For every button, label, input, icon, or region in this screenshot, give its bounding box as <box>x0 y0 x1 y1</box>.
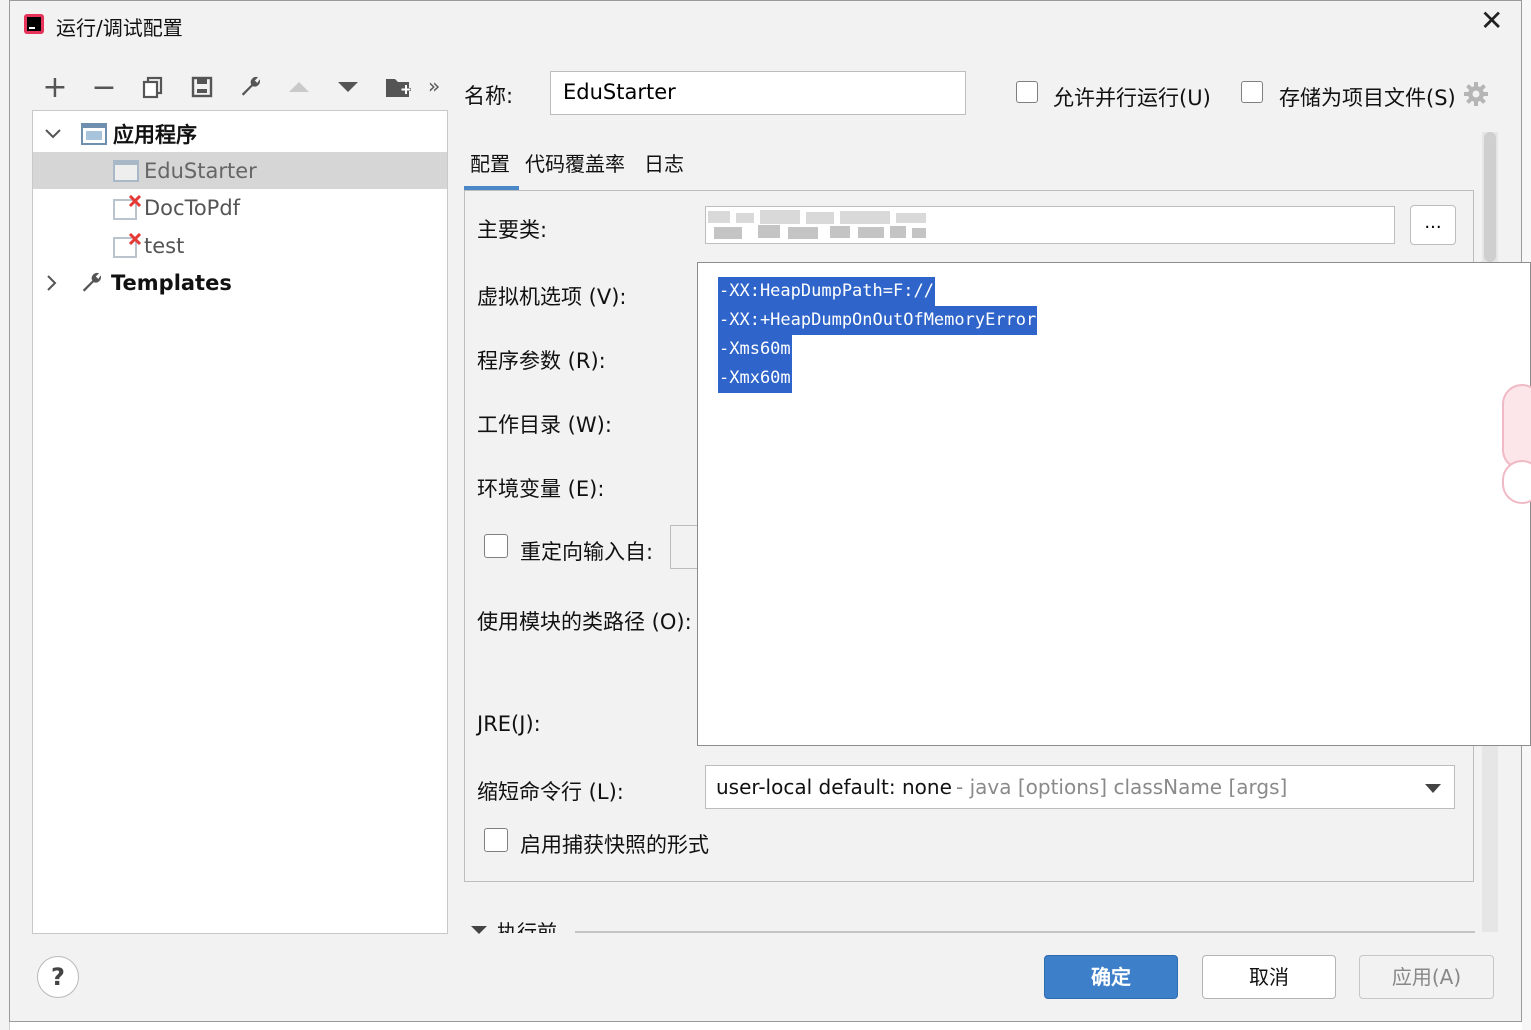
ime-float-bubble[interactable] <box>1502 384 1531 470</box>
redirect-input-label: 重定向输入自: <box>520 540 654 564</box>
toolbar-overflow-icon[interactable]: » <box>428 74 440 98</box>
vm-option-line: -XX:+HeapDumpOnOutOfMemoryError <box>718 306 1038 335</box>
tree-group-label: 应用程序 <box>113 122 197 147</box>
config-tree: 应用程序 EduStarter DocToPdf test Templates <box>32 110 448 934</box>
chevron-down-icon <box>1425 784 1441 793</box>
help-button[interactable]: ? <box>37 956 79 998</box>
store-as-file-label: 存储为项目文件(S) <box>1279 86 1456 110</box>
chevron-right-icon <box>47 274 57 291</box>
triangle-down-icon <box>338 82 358 92</box>
gear-icon[interactable] <box>1462 80 1490 108</box>
before-launch-separator <box>575 931 1475 933</box>
redacted-main-class <box>706 209 946 241</box>
vm-option-line: -Xmx60m <box>718 364 792 393</box>
browse-main-class-button[interactable]: ... <box>1410 205 1456 245</box>
ok-button[interactable]: 确定 <box>1044 955 1178 999</box>
name-input[interactable]: EduStarter <box>550 71 966 115</box>
snapshot-label: 启用捕获快照的形式 <box>520 833 709 857</box>
scrollbar-thumb[interactable] <box>1484 132 1496 262</box>
copy-icon <box>142 76 163 99</box>
env-vars-label: 环境变量 (E): <box>477 477 605 501</box>
vm-options-editor[interactable]: -XX:HeapDumpPath=F:// -XX:+HeapDumpOnOut… <box>697 262 1531 746</box>
save-icon <box>191 76 213 98</box>
tree-item-label: EduStarter <box>144 158 257 183</box>
apply-button[interactable]: 应用(A) <box>1359 955 1494 999</box>
tab-config[interactable]: 配置 <box>470 148 510 177</box>
shorten-cmd-label: 缩短命令行 (L): <box>477 780 624 804</box>
working-dir-label: 工作目录 (W): <box>477 413 612 437</box>
tree-item-label: test <box>144 233 185 258</box>
tree-item-test[interactable]: test <box>33 227 447 264</box>
application-error-icon <box>113 194 142 220</box>
redirect-input-checkbox[interactable] <box>484 534 508 558</box>
shorten-cmd-value: user-local default: none <box>716 775 952 799</box>
move-down-button[interactable] <box>331 70 365 104</box>
tab-coverage[interactable]: 代码覆盖率 <box>525 148 625 177</box>
vm-option-line: -Xms60m <box>718 335 792 364</box>
cancel-button[interactable]: 取消 <box>1202 955 1336 999</box>
snapshot-checkbox[interactable] <box>484 828 508 852</box>
tab-logs[interactable]: 日志 <box>644 148 684 177</box>
wrench-icon <box>82 272 101 292</box>
jre-label: JRE(J): <box>477 712 541 736</box>
move-up-button[interactable] <box>282 70 316 104</box>
tree-group-application[interactable]: 应用程序 <box>33 115 447 152</box>
allow-parallel-checkbox[interactable] <box>1016 81 1038 103</box>
edit-templates-button[interactable] <box>234 70 268 104</box>
main-class-label: 主要类: <box>477 218 548 242</box>
shorten-cmd-hint: - java [options] className [args] <box>956 775 1288 799</box>
close-icon[interactable]: ✕ <box>1480 4 1503 37</box>
wrench-icon <box>241 76 260 96</box>
shorten-cmd-select[interactable]: user-local default: none - java [options… <box>705 765 1455 809</box>
application-error-icon <box>113 232 142 258</box>
application-icon <box>81 122 107 145</box>
remove-config-button[interactable]: − <box>87 70 121 105</box>
chevron-down-icon <box>45 128 61 138</box>
store-as-file-checkbox[interactable] <box>1241 81 1263 103</box>
dialog-title: 运行/调试配置 <box>56 16 183 40</box>
vm-options-label: 虚拟机选项 (V): <box>477 285 627 309</box>
module-classpath-label: 使用模块的类路径 (O): <box>477 610 692 634</box>
new-folder-button[interactable] <box>381 70 415 104</box>
ime-mode-indicator[interactable] <box>1502 460 1531 504</box>
tree-item-doctopdf[interactable]: DocToPdf <box>33 189 447 226</box>
tree-group-label: Templates <box>111 270 232 295</box>
name-label: 名称: <box>464 84 514 108</box>
tree-group-templates[interactable]: Templates <box>33 264 447 301</box>
allow-parallel-label: 允许并行运行(U) <box>1053 86 1211 110</box>
before-launch-label: 执行前 <box>497 920 557 933</box>
tree-item-label: DocToPdf <box>144 195 241 220</box>
tree-item-edustarter[interactable]: EduStarter <box>33 152 447 189</box>
save-config-button[interactable] <box>185 70 219 104</box>
folder-add-icon <box>386 79 411 97</box>
add-config-button[interactable]: + <box>38 70 72 105</box>
vm-option-line: -XX:HeapDumpPath=F:// <box>718 277 935 306</box>
collapse-triangle-icon[interactable] <box>470 925 488 935</box>
intellij-app-icon <box>24 14 44 34</box>
copy-config-button[interactable] <box>136 70 170 104</box>
program-args-label: 程序参数 (R): <box>477 349 606 373</box>
before-launch-section[interactable]: 执行前 <box>497 916 569 933</box>
triangle-up-icon <box>289 82 309 92</box>
application-icon <box>113 159 139 182</box>
